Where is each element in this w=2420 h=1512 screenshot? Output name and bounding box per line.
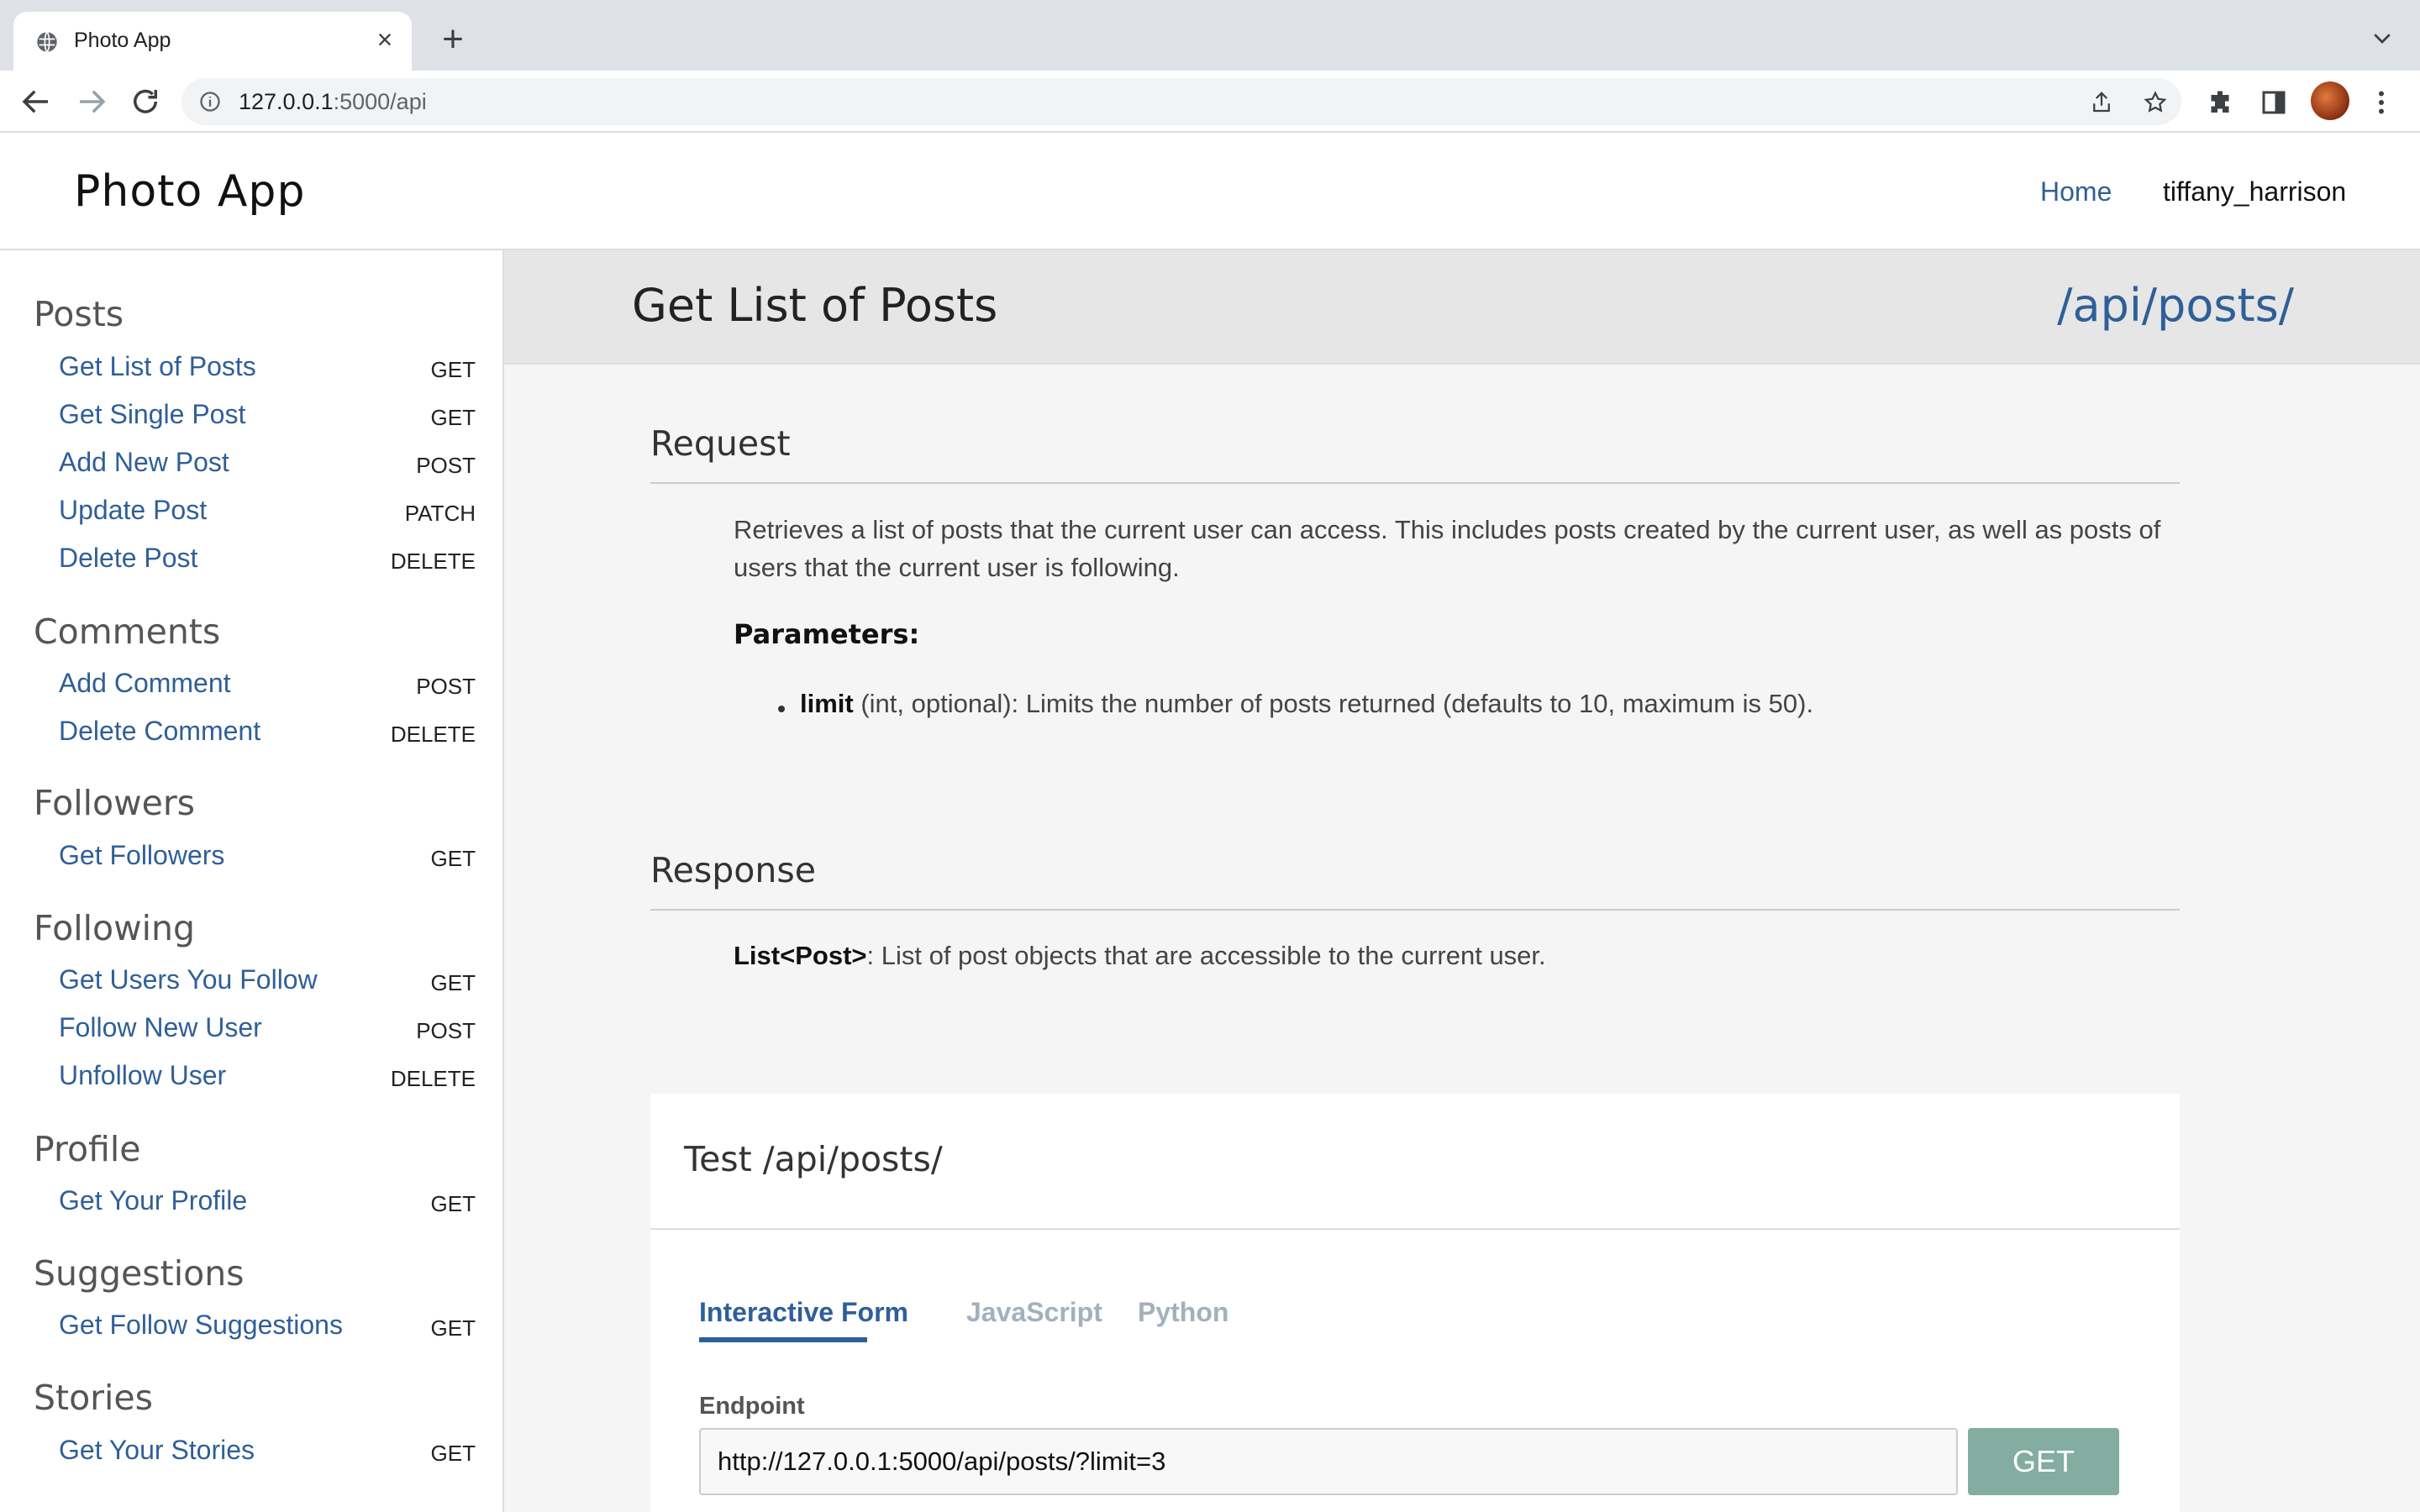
response-heading: Response [650, 850, 816, 890]
extensions-puzzle-icon[interactable] [2205, 87, 2235, 118]
divider [650, 482, 2180, 484]
send-get-button[interactable]: GET [1968, 1428, 2119, 1495]
method-badge: PATCH [404, 501, 476, 526]
sidebar-link-get-follow-suggestions[interactable]: Get Follow Suggestions [59, 1310, 343, 1341]
param-name: limit [800, 689, 854, 718]
method-badge: DELETE [390, 1066, 476, 1091]
browser-tab-bar: Photo App × + [0, 0, 2420, 71]
test-title: Test /api/posts/ [684, 1139, 943, 1179]
method-badge: POST [416, 674, 476, 699]
method-badge: GET [430, 1441, 476, 1466]
browser-toolbar: 127.0.0.1:5000/api [0, 71, 2420, 133]
app-logo[interactable]: Photo App [74, 166, 305, 217]
side-panel-icon[interactable] [2259, 87, 2289, 118]
address-bar[interactable]: 127.0.0.1:5000/api [182, 78, 2181, 125]
app-header: Photo App Home tiffany_harrison [0, 133, 2420, 250]
globe-icon [37, 31, 57, 53]
sidebar-section-followers: Followers [34, 783, 196, 823]
profile-avatar[interactable] [2311, 81, 2349, 120]
endpoint-header: Get List of Posts /api/posts/ [504, 250, 2420, 365]
tab-python[interactable]: Python [1138, 1297, 1228, 1328]
endpoint-input[interactable] [699, 1428, 1958, 1495]
method-badge: GET [430, 846, 476, 871]
tab-search-chevron-icon[interactable] [2370, 25, 2395, 50]
param-description: (int, optional): Limits the number of po… [853, 689, 1814, 718]
browser-tab[interactable]: Photo App × [13, 12, 412, 71]
api-doc-main: Get List of Posts /api/posts/ Request Re… [504, 250, 2420, 1512]
method-badge: GET [430, 970, 476, 995]
sidebar-section-comments: Comments [34, 612, 221, 652]
method-badge: DELETE [390, 549, 476, 574]
sidebar-link-get-users-you-follow[interactable]: Get Users You Follow [59, 964, 318, 995]
bullet [778, 706, 785, 712]
site-info-icon[interactable] [198, 90, 222, 113]
home-link[interactable]: Home [2040, 176, 2112, 207]
response-description: List<Post>: List of post objects that ar… [734, 941, 1546, 971]
api-sidebar: Posts Get List of Posts GET Get Single P… [0, 250, 504, 1512]
sidebar-link-add-comment[interactable]: Add Comment [59, 668, 231, 699]
method-badge: POST [416, 1018, 476, 1043]
method-badge: GET [430, 357, 476, 382]
bookmark-star-icon[interactable] [2143, 90, 2168, 115]
sidebar-link-follow-new-user[interactable]: Follow New User [59, 1012, 262, 1043]
sidebar-section-suggestions: Suggestions [34, 1253, 245, 1294]
sidebar-link-delete-comment[interactable]: Delete Comment [59, 716, 260, 747]
method-badge: POST [416, 453, 476, 478]
method-badge: GET [430, 1315, 476, 1341]
divider [650, 909, 2180, 911]
forward-icon[interactable] [74, 84, 109, 119]
sidebar-link-get-single-post[interactable]: Get Single Post [59, 399, 245, 430]
request-heading: Request [650, 423, 791, 464]
sidebar-link-get-list-of-posts[interactable]: Get List of Posts [59, 351, 256, 382]
param-limit: limit (int, optional): Limits the number… [800, 689, 1813, 719]
sidebar-link-update-post[interactable]: Update Post [59, 495, 207, 526]
response-type: List<Post> [734, 941, 867, 970]
sidebar-section-stories: Stories [34, 1378, 154, 1418]
method-badge: GET [430, 1191, 476, 1216]
share-icon[interactable] [2089, 90, 2114, 115]
endpoint-label: Endpoint [699, 1393, 805, 1420]
divider [650, 1228, 2180, 1230]
endpoint-path: /api/posts/ [2057, 279, 2294, 332]
sidebar-link-unfollow-user[interactable]: Unfollow User [59, 1060, 226, 1091]
current-username: tiffany_harrison [2163, 176, 2347, 207]
sidebar-link-get-followers[interactable]: Get Followers [59, 840, 224, 871]
test-panel: Test /api/posts/ Interactive Form JavaSc… [650, 1094, 2180, 1512]
page-title: Get List of Posts [632, 279, 998, 332]
back-icon[interactable] [18, 84, 54, 119]
parameters-heading: Parameters: [734, 618, 920, 650]
sidebar-section-posts: Posts [34, 294, 124, 334]
sidebar-link-delete-post[interactable]: Delete Post [59, 543, 197, 574]
close-tab-icon[interactable]: × [370, 24, 400, 55]
new-tab-icon[interactable]: + [434, 20, 472, 59]
active-tab-indicator [699, 1337, 867, 1342]
sidebar-link-get-your-profile[interactable]: Get Your Profile [59, 1185, 247, 1216]
tab-title: Photo App [74, 29, 171, 52]
method-badge: DELETE [390, 722, 476, 747]
tab-interactive-form[interactable]: Interactive Form [699, 1297, 908, 1328]
browser-menu-icon[interactable] [2366, 87, 2396, 118]
request-description: Retrieves a list of posts that the curre… [734, 515, 2161, 582]
sidebar-section-following: Following [34, 908, 196, 948]
response-desc: : List of post objects that are accessib… [866, 941, 1546, 970]
reload-icon[interactable] [128, 84, 163, 119]
method-badge: GET [430, 405, 476, 430]
sidebar-section-profile: Profile [34, 1129, 141, 1169]
tab-javascript[interactable]: JavaScript [966, 1297, 1102, 1328]
url-text[interactable]: 127.0.0.1:5000/api [239, 89, 427, 115]
sidebar-link-get-your-stories[interactable]: Get Your Stories [59, 1435, 255, 1466]
sidebar-link-add-new-post[interactable]: Add New Post [59, 447, 229, 478]
